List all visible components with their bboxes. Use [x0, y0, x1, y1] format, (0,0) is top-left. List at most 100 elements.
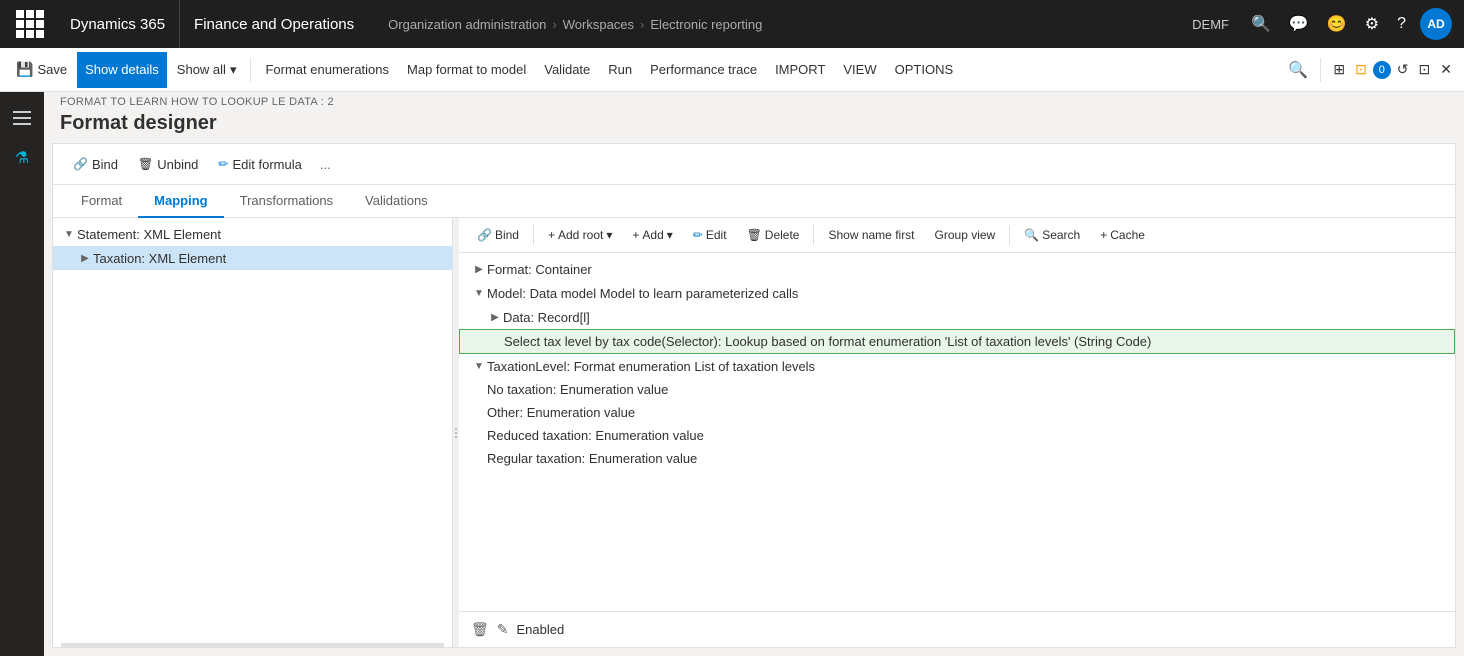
mh-show-name-first-button[interactable]: Show name first — [822, 222, 920, 248]
label-statement: Statement: XML Element — [77, 227, 221, 242]
performance-trace-button[interactable]: Performance trace — [642, 52, 765, 88]
mh-search-icon: 🔍 — [1024, 228, 1039, 242]
demf-label: DEMF — [1184, 13, 1237, 36]
save-button[interactable]: 💾 Save — [8, 52, 75, 88]
bc-er[interactable]: Electronic reporting — [650, 17, 762, 32]
mh-add-chevron: ▾ — [667, 228, 673, 242]
unbind-button[interactable]: 🗑 Unbind — [130, 150, 206, 178]
mt-taxation-level[interactable]: ▼ TaxationLevel: Format enumeration List… — [459, 354, 1455, 378]
chat-icon[interactable]: 💬 — [1285, 10, 1313, 38]
edit-formula-button[interactable]: ✏ Edit formula — [210, 150, 309, 178]
toggle-data[interactable]: ▶ — [487, 309, 503, 325]
mh-sep-2 — [813, 225, 814, 245]
avatar[interactable]: AD — [1420, 8, 1452, 40]
dynamics-brand[interactable]: Dynamics 365 — [56, 0, 180, 48]
toggle-model[interactable]: ▼ — [471, 285, 487, 301]
label-model: Model: Data model Model to learn paramet… — [487, 286, 798, 301]
mh-edit-button[interactable]: ✏ Edit — [687, 222, 733, 248]
finance-brand[interactable]: Finance and Operations — [180, 0, 368, 48]
mh-add-root-button[interactable]: + Add root ▾ — [542, 222, 618, 248]
mh-search-button[interactable]: 🔍 Search — [1018, 222, 1086, 248]
fullscreen-icon[interactable]: ⊞ — [1329, 57, 1349, 82]
page-title: Format designer — [44, 108, 1464, 143]
bc-org[interactable]: Organization administration — [388, 17, 546, 32]
settings-icon[interactable]: ⚙ — [1361, 10, 1383, 38]
drag-handle[interactable] — [61, 643, 444, 647]
mt-other[interactable]: Other: Enumeration value — [459, 401, 1455, 424]
toggle-taxation[interactable]: ▶ — [77, 250, 93, 266]
toggle-taxation-level[interactable]: ▼ — [471, 358, 487, 374]
more-button[interactable]: ... — [314, 154, 337, 175]
face-icon[interactable]: 😊 — [1323, 10, 1351, 38]
tree-item-statement[interactable]: ▼ Statement: XML Element — [53, 222, 452, 246]
label-data: Data: Record[l] — [503, 310, 590, 325]
mt-reduced[interactable]: Reduced taxation: Enumeration value — [459, 424, 1455, 447]
refresh-icon[interactable]: ↺ — [1393, 57, 1413, 82]
options-button[interactable]: OPTIONS — [887, 52, 962, 88]
mapping-panel: 🔗 Bind + Add root ▾ + Add ▾ — [459, 218, 1455, 647]
help-icon[interactable]: ? — [1393, 11, 1410, 37]
view-button[interactable]: VIEW — [835, 52, 884, 88]
toggle-statement[interactable]: ▼ — [61, 226, 77, 242]
mh-edit-icon: ✏ — [693, 228, 703, 242]
search-nav-icon[interactable]: 🔍 — [1247, 10, 1275, 38]
unbind-icon: 🗑 — [138, 157, 153, 171]
label-other: Other: Enumeration value — [487, 405, 635, 420]
expand-icon[interactable]: ⊡ — [1415, 57, 1435, 82]
bottom-bar: 🗑 ✎ Enabled — [459, 611, 1455, 647]
tab-format[interactable]: Format — [65, 185, 138, 218]
map-format-button[interactable]: Map format to model — [399, 52, 534, 88]
windows-icon[interactable]: ⊡ — [1351, 57, 1371, 82]
tab-validations[interactable]: Validations — [349, 185, 444, 218]
run-button[interactable]: Run — [600, 52, 640, 88]
breadcrumb-strip: FORMAT TO LEARN HOW TO LOOKUP LE DATA : … — [44, 92, 1464, 108]
pencil-bottom-icon[interactable]: ✎ — [497, 621, 509, 638]
tab-mapping[interactable]: Mapping — [138, 185, 223, 218]
mt-model[interactable]: ▼ Model: Data model Model to learn param… — [459, 281, 1455, 305]
top-breadcrumb: Organization administration › Workspaces… — [368, 17, 1184, 32]
trash-bottom-icon[interactable]: 🗑 — [471, 621, 489, 638]
mt-select-tax[interactable]: Select tax level by tax code(Selector): … — [459, 329, 1455, 354]
mh-sep-1 — [533, 225, 534, 245]
mh-delete-button[interactable]: 🗑 Delete — [741, 222, 806, 248]
tree-panel: ▼ Statement: XML Element ▶ Taxation: XML… — [53, 218, 453, 647]
mt-data[interactable]: ▶ Data: Record[l] — [459, 305, 1455, 329]
show-details-button[interactable]: Show details — [77, 52, 167, 88]
label-taxation-level: TaxationLevel: Format enumeration List o… — [487, 359, 815, 374]
main-area: ⚗ FORMAT TO LEARN HOW TO LOOKUP LE DATA … — [0, 92, 1464, 656]
tab-transformations[interactable]: Transformations — [224, 185, 349, 218]
show-all-button[interactable]: Show all ▾ — [169, 52, 245, 88]
waffle-icon — [16, 10, 44, 38]
hamburger-icon[interactable] — [4, 100, 40, 136]
app-launcher-button[interactable] — [12, 6, 48, 42]
label-no-taxation: No taxation: Enumeration value — [487, 382, 668, 397]
search-toolbar-icon[interactable]: 🔍 — [1284, 56, 1312, 84]
breadcrumb-text: FORMAT TO LEARN HOW TO LOOKUP LE DATA : … — [60, 96, 334, 108]
close-icon[interactable]: ✕ — [1436, 57, 1456, 82]
format-enumerations-button[interactable]: Format enumerations — [257, 52, 397, 88]
filter-icon[interactable]: ⚗ — [4, 140, 40, 176]
validate-button[interactable]: Validate — [536, 52, 598, 88]
pencil-icon: ✏ — [218, 157, 228, 171]
mt-no-taxation[interactable]: No taxation: Enumeration value — [459, 378, 1455, 401]
mh-bind-button[interactable]: 🔗 Bind — [471, 222, 525, 248]
label-taxation: Taxation: XML Element — [93, 251, 226, 266]
mt-format-container[interactable]: ▶ Format: Container — [459, 257, 1455, 281]
mh-add-root-chevron: ▾ — [606, 228, 612, 242]
toolbar-sep-right — [1320, 58, 1321, 82]
bind-button[interactable]: 🔗 Bind — [65, 150, 126, 178]
mapping-header: 🔗 Bind + Add root ▾ + Add ▾ — [459, 218, 1455, 253]
mh-add-button[interactable]: + Add ▾ — [626, 222, 678, 248]
mh-add-icon: + — [632, 228, 639, 242]
mt-regular[interactable]: Regular taxation: Enumeration value — [459, 447, 1455, 470]
mh-bind-icon: 🔗 — [477, 228, 492, 242]
mh-cache-button[interactable]: + Cache — [1094, 222, 1151, 248]
toggle-format-container[interactable]: ▶ — [471, 261, 487, 277]
tree-item-taxation[interactable]: ▶ Taxation: XML Element — [53, 246, 452, 270]
mh-add-root-icon: + — [548, 228, 555, 242]
mh-cache-icon: + — [1100, 228, 1107, 242]
mh-group-view-button[interactable]: Group view — [929, 222, 1002, 248]
import-button[interactable]: IMPORT — [767, 52, 833, 88]
save-icon: 💾 — [16, 61, 33, 78]
bc-workspaces[interactable]: Workspaces — [563, 17, 634, 32]
